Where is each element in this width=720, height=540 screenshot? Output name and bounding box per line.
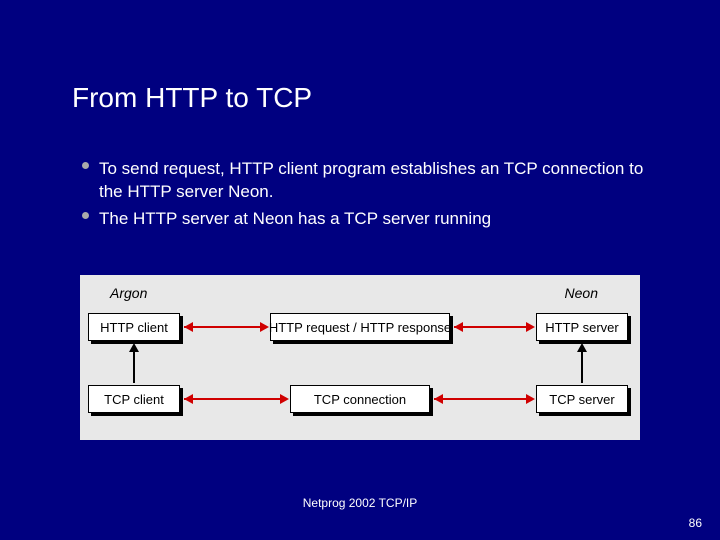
connector-line [434, 398, 528, 400]
arrow-right-icon [526, 394, 535, 404]
bullet-text: The HTTP server at Neon has a TCP server… [99, 208, 491, 231]
box-http-mid: HTTP request / HTTP response [270, 313, 450, 341]
box-tcp-mid: TCP connection [290, 385, 430, 413]
page-number: 86 [689, 516, 702, 530]
arrow-right-icon [260, 322, 269, 332]
slide-title: From HTTP to TCP [72, 82, 312, 114]
vertical-line [133, 351, 135, 383]
arrow-left-icon [434, 394, 443, 404]
host-label-argon: Argon [110, 285, 147, 301]
arrow-up-icon [577, 343, 587, 352]
arrow-left-icon [184, 394, 193, 404]
connector-line [184, 326, 262, 328]
arrow-right-icon [280, 394, 289, 404]
bullet-dot-icon [82, 162, 89, 169]
box-http-client: HTTP client [88, 313, 180, 341]
bullet-item: The HTTP server at Neon has a TCP server… [82, 208, 660, 231]
host-label-neon: Neon [565, 285, 598, 301]
connector-line [184, 398, 282, 400]
box-tcp-client: TCP client [88, 385, 180, 413]
vertical-line [581, 351, 583, 383]
bullet-text: To send request, HTTP client program est… [99, 158, 660, 204]
box-tcp-server: TCP server [536, 385, 628, 413]
arrow-up-icon [129, 343, 139, 352]
box-http-server: HTTP server [536, 313, 628, 341]
footer-text: Netprog 2002 TCP/IP [0, 496, 720, 510]
connector-line [454, 326, 528, 328]
bullet-dot-icon [82, 212, 89, 219]
network-diagram: Argon Neon HTTP client HTTP request / HT… [80, 275, 640, 440]
arrow-left-icon [184, 322, 193, 332]
arrow-right-icon [526, 322, 535, 332]
arrow-left-icon [454, 322, 463, 332]
bullet-item: To send request, HTTP client program est… [82, 158, 660, 204]
bullet-list: To send request, HTTP client program est… [82, 158, 660, 235]
